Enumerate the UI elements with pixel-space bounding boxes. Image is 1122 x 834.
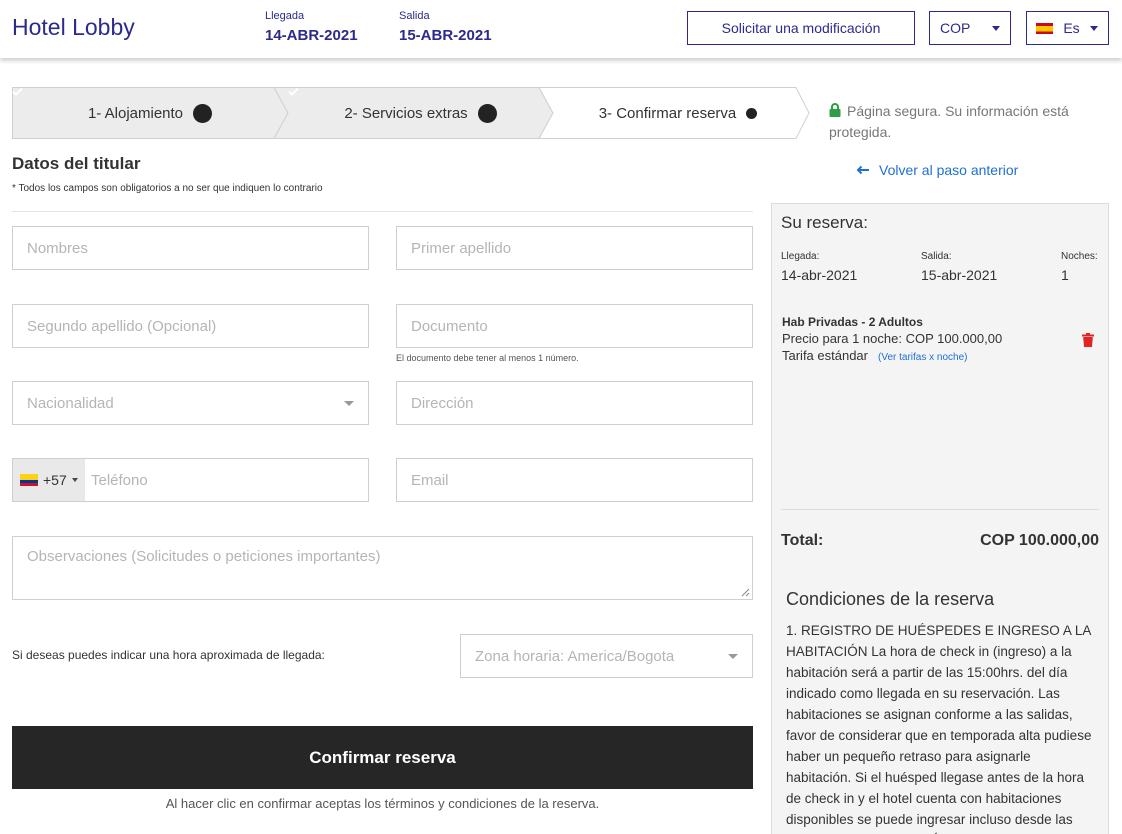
arrival-time-label: Si deseas puedes indicar una hora aproxi… [12, 648, 325, 662]
step-confirm: 3- Confirmar reserva [553, 87, 803, 139]
chevron-down-icon [728, 654, 738, 659]
room-name: Hab Privadas - 2 Adultos [782, 315, 923, 329]
room-rate-line: Tarifa estándar (Ver tarifas x noche) [782, 348, 1082, 363]
chevron-down-icon [992, 25, 1000, 31]
document-placeholder: Documento [411, 317, 488, 335]
back-link-label: Volver al paso anterior [879, 162, 1019, 178]
room-price: Precio para 1 noche: COP 100.000,00 [782, 331, 1003, 346]
first-name-placeholder: Nombres [27, 239, 88, 257]
top-header: Hotel Lobby Llegada 14-ABR-2021 Salida 1… [0, 0, 1122, 58]
arrival-date: 14-ABR-2021 [265, 27, 358, 44]
view-rates-link[interactable]: (Ver tarifas x noche) [878, 352, 967, 363]
timezone-select[interactable]: Zona horaria: America/Bogota [460, 634, 753, 678]
confirm-reservation-button[interactable]: Confirmar reserva [12, 726, 753, 789]
departure-date-block: Salida 15-ABR-2021 [399, 10, 492, 44]
chevron-down-icon [71, 478, 78, 482]
back-to-previous-step-link[interactable]: Volver al paso anterior [856, 162, 1018, 178]
secure-page-note: Página segura. Su información está prote… [829, 101, 1089, 143]
timezone-placeholder: Zona horaria: America/Bogota [475, 647, 675, 665]
first-name-input[interactable]: Nombres [12, 226, 369, 270]
language-select[interactable]: Es [1026, 11, 1109, 45]
confirm-reservation-label: Confirmar reserva [309, 747, 456, 767]
arrival-label: Llegada [265, 10, 305, 22]
chevron-down-icon [344, 401, 354, 406]
last-name-input[interactable]: Primer apellido [396, 226, 753, 270]
total-label: Total: [781, 532, 824, 549]
email-placeholder: Email [411, 471, 449, 489]
summary-departure-label: Salida: [921, 251, 952, 262]
conditions-title: Condiciones de la reserva [786, 589, 995, 609]
phone-country-select[interactable]: +57 [13, 459, 85, 501]
phone-input[interactable]: +57 Teléfono [12, 458, 369, 502]
address-input[interactable]: Dirección [396, 381, 753, 425]
observations-placeholder: Observaciones (Solicitudes o peticiones … [27, 548, 381, 565]
summary-divider [781, 509, 1099, 510]
language-value: Es [1063, 20, 1080, 36]
spain-flag-icon [1036, 22, 1053, 34]
second-last-name-placeholder: Segundo apellido (Opcional) [27, 317, 217, 335]
conditions-text: 1. REGISTRO DE HUÉSPEDES E INGRESO A LA … [786, 623, 1092, 834]
observations-textarea[interactable]: Observaciones (Solicitudes o peticiones … [12, 536, 753, 600]
arrow-left-icon [856, 165, 869, 175]
currency-select[interactable]: COP [929, 11, 1011, 45]
summary-nights-value: 1 [1061, 267, 1069, 283]
request-modification-label: Solicitar una modificación [721, 20, 881, 36]
chevron-down-icon [1090, 25, 1098, 31]
lock-icon [829, 103, 841, 117]
nationality-placeholder: Nacionalidad [27, 394, 114, 412]
current-step-dot-icon [746, 107, 758, 119]
nationality-select[interactable]: Nacionalidad [12, 381, 369, 425]
hotel-logo-text[interactable]: Hotel Lobby [12, 14, 135, 41]
email-input[interactable]: Email [396, 458, 753, 502]
step-extra-services-label: 2- Servicios extras [344, 104, 468, 122]
address-placeholder: Dirección [411, 394, 474, 412]
request-modification-button[interactable]: Solicitar una modificación [687, 11, 915, 45]
required-fields-note: * Todos los campos son obligatorios a no… [12, 183, 323, 194]
summary-nights: Noches: 1 [1061, 251, 1098, 283]
document-input[interactable]: Documento [396, 304, 753, 348]
currency-value: COP [940, 20, 971, 36]
step-accommodation-label: 1- Alojamiento [87, 104, 184, 122]
summary-arrival-value: 14-abr-2021 [781, 267, 858, 283]
summary-arrival-label: Llegada: [781, 251, 820, 262]
room-item: Hab Privadas - 2 Adultos Precio para 1 n… [782, 315, 1082, 363]
terms-note: Al hacer clic en confirmar aceptas los t… [165, 796, 600, 811]
booking-steps: 1- Alojamiento 2- Servicios extras 3- Co… [12, 87, 810, 139]
departure-date: 15-ABR-2021 [399, 27, 492, 44]
step-confirm-label: 3- Confirmar reserva [598, 104, 737, 122]
room-rate-name: Tarifa estándar [782, 348, 868, 363]
step-extra-services[interactable]: 2- Servicios extras [288, 87, 553, 139]
step-accommodation[interactable]: 1- Alojamiento [12, 87, 288, 139]
summary-departure: Salida: 15-abr-2021 [921, 251, 997, 283]
last-name-placeholder: Primer apellido [411, 239, 512, 257]
trash-icon[interactable] [1082, 333, 1094, 347]
summary-arrival: Llegada: 14-abr-2021 [781, 251, 857, 283]
colombia-flag-icon [20, 474, 38, 486]
total-value: COP 100.000,00 [980, 532, 1099, 549]
holder-data-title: Datos del titular [12, 154, 141, 173]
arrival-date-block: Llegada 14-ABR-2021 [265, 10, 358, 44]
second-last-name-input[interactable]: Segundo apellido (Opcional) [12, 304, 369, 348]
summary-nights-label: Noches: [1061, 251, 1098, 262]
document-hint: El documento debe tener al menos 1 númer… [396, 353, 579, 363]
check-circle-icon [12, 87, 213, 123]
resize-handle-icon[interactable] [741, 588, 750, 597]
phone-placeholder: Teléfono [91, 471, 148, 489]
summary-departure-value: 15-abr-2021 [921, 267, 998, 283]
form-divider [12, 211, 753, 212]
departure-label: Salida [399, 10, 430, 22]
phone-prefix-value: +57 [43, 472, 67, 488]
reservation-summary-title: Su reserva: [781, 213, 868, 232]
reservation-summary: Su reserva: Llegada: 14-abr-2021 Salida:… [771, 203, 1109, 834]
check-circle-icon [288, 87, 497, 123]
secure-page-text: Página segura. Su información está prote… [829, 103, 1069, 140]
